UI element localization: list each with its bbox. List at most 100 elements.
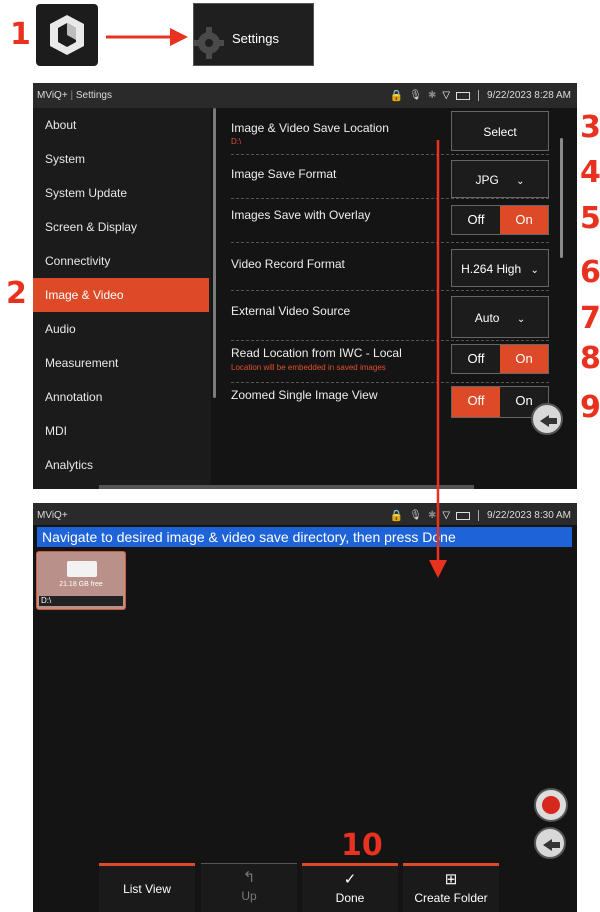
- microphone-icon: 🎙: [409, 510, 422, 521]
- callout-10: 10: [341, 828, 383, 863]
- setting-title: Image & Video Save Location: [231, 121, 389, 135]
- sidebar-scrollbar[interactable]: [213, 108, 216, 398]
- arrow-right-icon: [106, 28, 188, 46]
- back-button[interactable]: [531, 403, 563, 435]
- sidebar-item-mdi[interactable]: MDI: [33, 414, 209, 448]
- app-title: MViQ+: [37, 510, 68, 521]
- toggle-off[interactable]: Off: [452, 387, 500, 417]
- toggle-on[interactable]: On: [500, 345, 548, 373]
- sidebar-item-connectivity[interactable]: Connectivity: [33, 244, 209, 278]
- settings-label: Settings: [232, 31, 279, 46]
- drive-icon: [67, 561, 97, 577]
- drive-path: D:\: [39, 596, 123, 606]
- up-button[interactable]: ↰ Up: [201, 863, 297, 912]
- callout-4: 4: [580, 155, 600, 190]
- sidebar-item-audio[interactable]: Audio: [33, 312, 209, 346]
- save-format-dropdown[interactable]: JPG ⌄: [451, 160, 549, 198]
- drive-free-space: 21.18 GB free: [59, 581, 103, 588]
- done-button[interactable]: ✓ Done: [302, 863, 398, 912]
- drive-tile[interactable]: 21.18 GB free D:\: [36, 551, 126, 610]
- instruction-banner: Navigate to desired image & video save d…: [37, 527, 572, 547]
- callout-3: 3: [580, 110, 600, 145]
- settings-button[interactable]: Settings: [193, 3, 314, 66]
- bluetooth-icon: ✱: [427, 90, 437, 101]
- select-button-label: Select: [483, 125, 517, 139]
- sidebar-item-system-update[interactable]: System Update: [33, 176, 209, 210]
- app-title: MViQ+ | Settings: [37, 90, 112, 101]
- video-format-dropdown[interactable]: H.264 High ⌄: [451, 249, 549, 287]
- setting-title: External Video Source: [231, 304, 351, 318]
- setting-zoomed-view: Zoomed Single Image View Off On: [231, 383, 549, 423]
- battery-icon: [456, 511, 471, 520]
- microphone-icon: 🎙: [409, 90, 422, 101]
- setting-external-source: External Video Source Auto ⌄: [231, 291, 549, 341]
- gear-icon: [194, 27, 224, 59]
- settings-app-icon[interactable]: [36, 4, 98, 66]
- up-label: Up: [241, 889, 257, 903]
- callout-5: 5: [580, 201, 600, 236]
- done-label: Done: [335, 891, 365, 905]
- toggle-off[interactable]: Off: [452, 206, 500, 234]
- callout-2: 2: [6, 276, 27, 311]
- lock-icon: 🔒: [389, 90, 404, 102]
- setting-hint: Location will be embedded in saved image…: [231, 363, 386, 372]
- setting-title: Zoomed Single Image View: [231, 388, 378, 402]
- sidebar-item-measurement[interactable]: Measurement: [33, 346, 209, 380]
- settings-screen: MViQ+ | Settings 🔒 🎙 ✱ ▽ 9/22/2023 8:28 …: [33, 83, 577, 489]
- dropdown-value: Auto: [474, 311, 500, 325]
- sidebar-item-analytics[interactable]: Analytics: [33, 448, 209, 482]
- list-view-button[interactable]: List View: [99, 863, 195, 912]
- up-arrow-icon: ↰: [242, 869, 256, 886]
- setting-save-format: Image Save Format JPG ⌄: [231, 155, 549, 199]
- chevron-down-icon: ⌄: [530, 265, 539, 276]
- create-folder-label: Create Folder: [414, 891, 488, 905]
- record-button[interactable]: [534, 788, 568, 822]
- back-button[interactable]: [534, 827, 566, 859]
- sidebar-item-about[interactable]: About: [33, 108, 209, 142]
- sidebar-item-image-video[interactable]: Image & Video: [33, 278, 209, 312]
- list-view-label: List View: [123, 882, 171, 896]
- setting-title: Image Save Format: [231, 167, 337, 181]
- overlay-toggle[interactable]: Off On: [451, 205, 549, 235]
- content-scrollbar[interactable]: [560, 138, 563, 258]
- status-bar: MViQ+ | Settings 🔒 🎙 ✱ ▽ 9/22/2023 8:28 …: [33, 83, 577, 108]
- dropdown-value: JPG: [475, 173, 499, 187]
- chevron-down-icon: ⌄: [516, 176, 525, 187]
- flow-arrow-icon: [429, 140, 447, 578]
- callout-6: 6: [580, 255, 600, 290]
- callout-9: 9: [580, 390, 600, 425]
- directory-picker-screen: MViQ+ 🔒 🎙 ✱ ▽ 9/22/2023 8:30 AM Navigate…: [33, 503, 577, 912]
- select-location-button[interactable]: Select: [451, 111, 549, 151]
- settings-sidebar: About System System Update Screen & Disp…: [33, 108, 211, 489]
- sidebar-item-screen-display[interactable]: Screen & Display: [33, 210, 209, 244]
- checkmark-icon: ✓: [343, 871, 357, 888]
- lock-icon: 🔒: [389, 510, 404, 522]
- setting-iwc-location: Read Location from IWC - Local Location …: [231, 341, 549, 383]
- setting-value: D:\: [231, 137, 242, 146]
- callout-1: 1: [10, 17, 31, 52]
- setting-overlay: Images Save with Overlay Off On: [231, 199, 549, 243]
- setting-video-format: Video Record Format H.264 High ⌄: [231, 243, 549, 291]
- callout-7: 7: [580, 301, 600, 336]
- battery-icon: [456, 91, 471, 100]
- toggle-on[interactable]: On: [500, 206, 548, 234]
- external-source-dropdown[interactable]: Auto ⌄: [451, 296, 549, 338]
- sidebar-item-annotation[interactable]: Annotation: [33, 380, 209, 414]
- callout-8: 8: [580, 341, 600, 376]
- bottom-tab-strip: [99, 485, 474, 489]
- iwc-toggle[interactable]: Off On: [451, 344, 549, 374]
- setting-title: Images Save with Overlay: [231, 208, 371, 222]
- datetime: 9/22/2023 8:28 AM: [487, 90, 571, 101]
- status-bar: MViQ+ 🔒 🎙 ✱ ▽ 9/22/2023 8:30 AM: [33, 503, 577, 525]
- toggle-off[interactable]: Off: [452, 345, 500, 373]
- dropdown-value: H.264 High: [461, 262, 522, 276]
- create-folder-button[interactable]: ⊞ Create Folder: [403, 863, 499, 912]
- setting-save-location: Image & Video Save Location D:\ Select: [231, 111, 549, 155]
- chevron-down-icon: ⌄: [516, 314, 526, 325]
- wifi-icon: ▽: [442, 90, 451, 101]
- setting-title: Read Location from IWC - Local: [231, 346, 402, 360]
- folder-plus-icon: ⊞: [444, 871, 458, 888]
- setting-title: Video Record Format: [231, 257, 345, 271]
- sidebar-item-system[interactable]: System: [33, 142, 209, 176]
- datetime: 9/22/2023 8:30 AM: [487, 510, 571, 521]
